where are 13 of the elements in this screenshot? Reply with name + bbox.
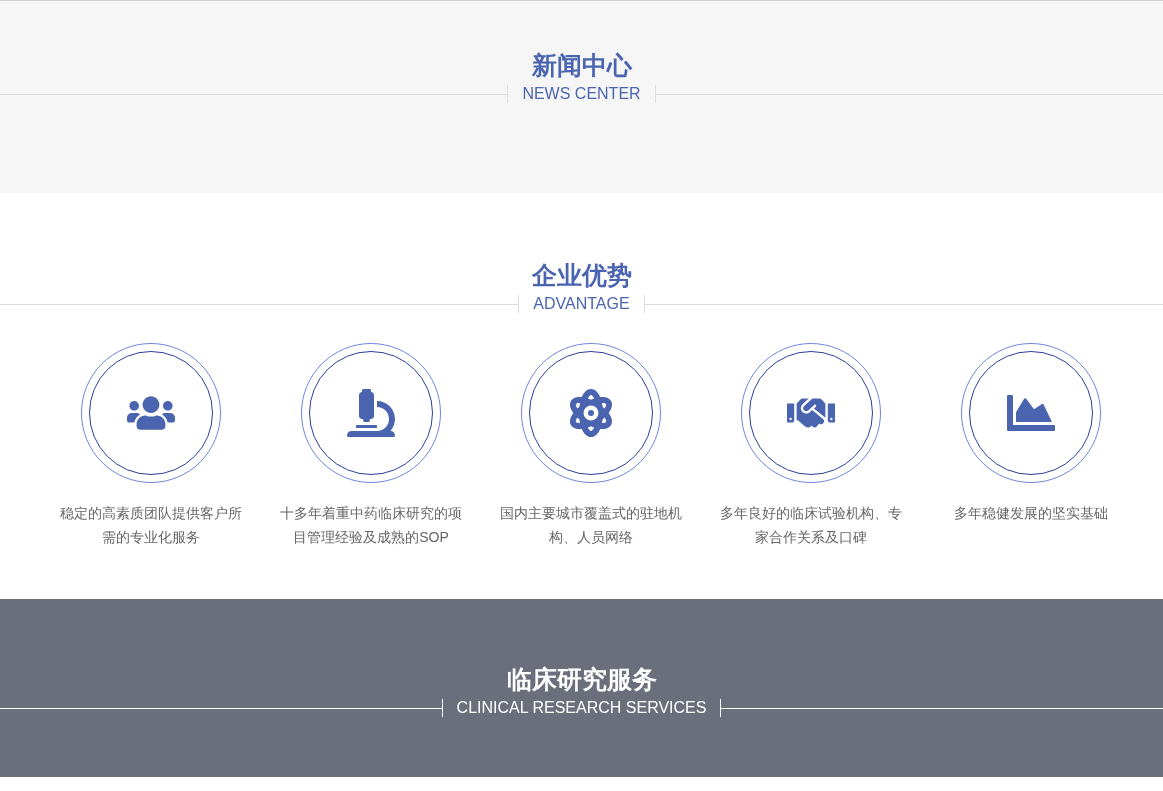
microscope-icon xyxy=(347,389,395,437)
section-subtitle: NEWS CENTER xyxy=(507,85,656,103)
section-subtitle: CLINICAL RESEARCH SERVICES xyxy=(441,699,722,717)
advantage-text: 多年良好的临床试验机构、专家合作关系及口碑 xyxy=(719,504,903,547)
advantage-text: 多年稳健发展的坚实基础 xyxy=(953,504,1109,523)
section-title: 新闻中心 xyxy=(531,50,632,81)
advantage-text: 稳定的高素质团队提供客户所需的专业化服务 xyxy=(59,504,243,547)
advantage-text: 十多年着重中药临床研究的项目管理经验及成熟的SOP xyxy=(279,504,463,547)
advantage-text: 国内主要城市覆盖式的驻地机构、人员网络 xyxy=(499,504,683,547)
atom-icon xyxy=(567,389,615,437)
section-title: 企业优势 xyxy=(531,260,632,291)
section-title: 临床研究服务 xyxy=(506,664,657,695)
section-subtitle: ADVANTAGE xyxy=(518,295,645,313)
